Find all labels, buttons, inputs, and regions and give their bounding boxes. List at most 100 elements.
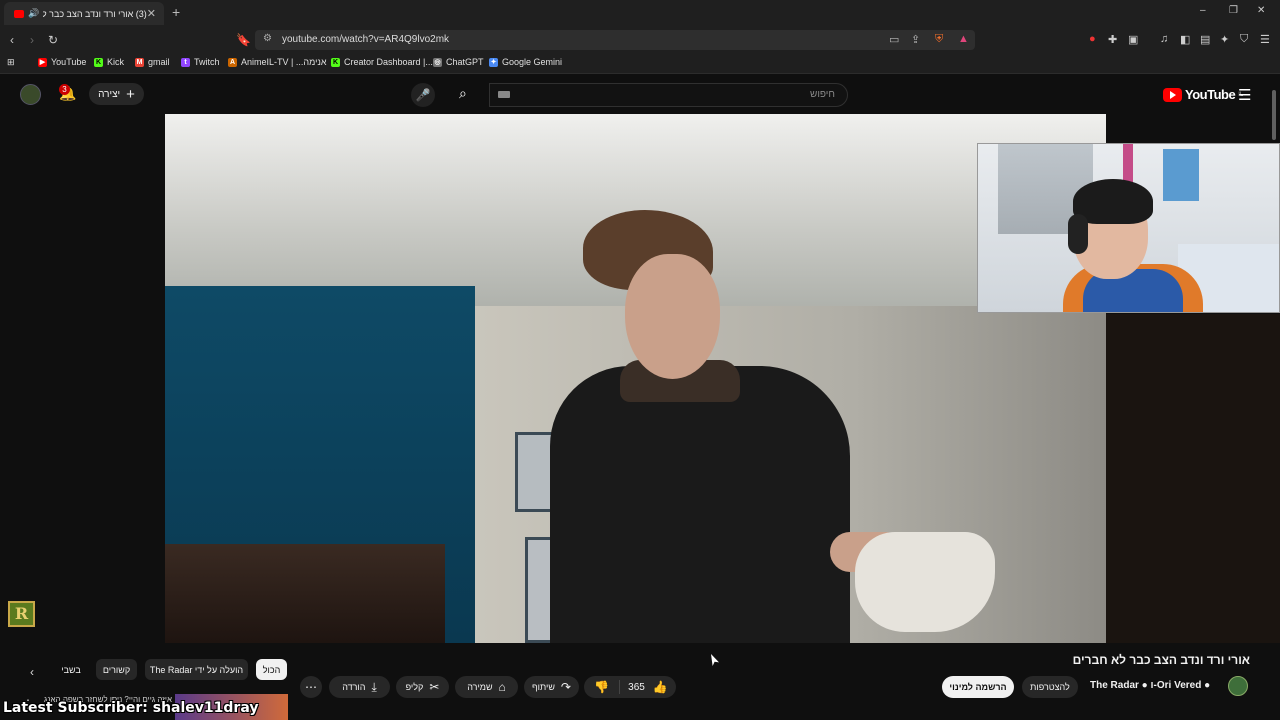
share-arrow-icon: ↷ bbox=[560, 680, 571, 694]
subscribe-button[interactable]: הרשמה למינוי bbox=[942, 676, 1014, 698]
youtube-icon: ▶ bbox=[38, 57, 47, 67]
save-button[interactable]: שמירה ⌂ bbox=[455, 676, 518, 698]
video-person-body bbox=[550, 366, 850, 643]
wallet-icon[interactable]: ▤ bbox=[1200, 33, 1210, 46]
bookmarks-bar: ⊞ ▶ YouTube K Kick Mgmail t Twitch A AnimeIL… bbox=[0, 53, 1280, 74]
join-button[interactable]: להצטרפות bbox=[1022, 676, 1078, 698]
bookmark-animeil[interactable]: A AnimeIL-TV | ...אנימה bbox=[228, 57, 327, 67]
youtube-logo[interactable]: YouTube IL bbox=[1163, 87, 1243, 102]
channel-avatar[interactable] bbox=[1228, 676, 1248, 696]
like-button[interactable]: 365 👍 bbox=[620, 680, 676, 694]
youtube-masthead: 🔔 3 יצירה + 🎤 ⌕ חיפוש YouTube IL ☰ bbox=[0, 75, 1280, 114]
guide-menu-icon[interactable]: ☰ bbox=[1238, 86, 1251, 104]
leo-icon[interactable]: ✦ bbox=[1220, 33, 1229, 46]
webcam-poster bbox=[1163, 149, 1199, 201]
maximize-button[interactable]: ❐ bbox=[1229, 5, 1238, 16]
bookmark-icon[interactable]: 🔖 bbox=[236, 33, 251, 47]
webcam-overlay bbox=[977, 143, 1280, 313]
plus-icon: + bbox=[126, 85, 135, 103]
video-title: אורי ורד ונדב הצב כבר לא חברים bbox=[1072, 653, 1250, 667]
bookmark-chatgpt[interactable]: ◎ ChatGPT bbox=[433, 57, 484, 67]
video-vr-headset bbox=[855, 532, 995, 632]
search-icon[interactable]: ⌕ bbox=[459, 85, 467, 102]
browser-tab-bar: ✕ (3) אורי ורד ונדב הצב כבר לא 🔊 + – ❐ ✕ bbox=[0, 0, 1280, 27]
search-input[interactable]: חיפוש bbox=[489, 83, 848, 107]
tab-title: (3) אורי ורד ונדב הצב כבר לא bbox=[43, 8, 147, 19]
brave-shield-icon[interactable]: ⛨ bbox=[935, 33, 943, 46]
bookmark-youtube[interactable]: ▶ YouTube bbox=[38, 57, 86, 67]
latest-subscriber-overlay: Latest Subscriber: shalev11dray bbox=[3, 700, 259, 716]
menu-icon[interactable]: ☰ bbox=[1260, 33, 1270, 46]
like-count: 365 bbox=[628, 681, 645, 693]
speaker-icon[interactable]: 🔊 bbox=[28, 8, 39, 19]
voice-search-icon[interactable]: 🎤 bbox=[411, 83, 435, 107]
vpn-icon[interactable]: ⛉ bbox=[1240, 33, 1248, 46]
browser-tab[interactable]: ✕ (3) אורי ורד ונדב הצב כבר לא 🔊 bbox=[4, 2, 164, 25]
bookmark-creator-dashboard[interactable]: K Creator Dashboard |... bbox=[331, 57, 433, 67]
share-page-icon[interactable]: ⇪ bbox=[911, 33, 920, 46]
site-info-icon[interactable]: ⚙ bbox=[263, 33, 272, 44]
sidebar-icon[interactable]: ◧ bbox=[1180, 33, 1190, 46]
back-icon[interactable]: ‹ bbox=[10, 33, 14, 47]
address-bar-row: ‹ › ↻ 🔖 ⚙ youtube.com/watch?v=AR4Q9lvo2m… bbox=[0, 27, 1280, 53]
youtube-play-icon bbox=[1163, 87, 1182, 102]
new-tab-button[interactable]: + bbox=[172, 4, 180, 20]
video-side-shadow bbox=[1106, 314, 1280, 643]
stream-logo: R bbox=[8, 601, 35, 627]
twitch-icon: t bbox=[181, 57, 190, 67]
clip-button[interactable]: קליפ ✂ bbox=[396, 676, 449, 698]
more-actions-button[interactable]: ⋯ bbox=[300, 676, 322, 698]
youtube-favicon-icon bbox=[14, 9, 24, 18]
gemini-icon: ✦ bbox=[489, 57, 498, 67]
like-icon: 👍 bbox=[652, 680, 668, 694]
share-button[interactable]: שיתוף ↷ bbox=[524, 676, 579, 698]
chatgpt-icon: ◎ bbox=[433, 57, 442, 67]
video-scene-furniture bbox=[165, 544, 445, 643]
bookmark-gemini[interactable]: ✦ Google Gemini bbox=[489, 57, 562, 67]
forward-icon[interactable]: › bbox=[30, 33, 34, 47]
page-scrollbar[interactable] bbox=[1272, 90, 1276, 140]
keyboard-icon[interactable] bbox=[498, 91, 510, 98]
video-player[interactable] bbox=[165, 114, 1106, 643]
chip-uploaded-by[interactable]: The Radar הועלה על ידי bbox=[145, 659, 248, 680]
bookmark-kick[interactable]: K Kick bbox=[94, 57, 124, 67]
notification-badge: 3 bbox=[59, 84, 70, 95]
apps-grid-icon[interactable]: ⊞ bbox=[7, 57, 15, 68]
animeil-icon: A bbox=[228, 57, 237, 67]
media-icon[interactable]: ♫ bbox=[1160, 33, 1168, 45]
extensions-icon[interactable]: ✚ bbox=[1108, 33, 1117, 46]
screen: ✕ (3) אורי ורד ונדב הצב כבר לא 🔊 + – ❐ ✕… bbox=[0, 0, 1280, 720]
close-window-button[interactable]: ✕ bbox=[1257, 5, 1265, 16]
like-dislike-group: 👎 365 👍 bbox=[584, 676, 676, 698]
close-tab-icon[interactable]: ✕ bbox=[147, 7, 156, 20]
brave-rewards-icon[interactable]: ▲ bbox=[958, 33, 969, 45]
mouse-cursor-icon bbox=[711, 654, 719, 666]
gmail-icon: M bbox=[135, 57, 144, 67]
reload-icon[interactable]: ↻ bbox=[48, 33, 58, 47]
dislike-icon[interactable]: 👎 bbox=[584, 680, 620, 694]
video-person-head bbox=[625, 254, 720, 379]
chevron-left-icon[interactable]: ‹ bbox=[30, 665, 34, 679]
kick-icon: K bbox=[331, 57, 340, 67]
webcam-headphones bbox=[1068, 214, 1088, 254]
chip-related[interactable]: קשורים bbox=[96, 659, 137, 680]
minimize-button[interactable]: – bbox=[1200, 5, 1206, 16]
bookmark-twitch[interactable]: t Twitch bbox=[181, 57, 220, 67]
kick-icon: K bbox=[94, 57, 103, 67]
cast-icon[interactable]: ▭ bbox=[889, 33, 899, 46]
more-icon: ⋯ bbox=[305, 680, 317, 694]
create-button[interactable]: יצירה + bbox=[89, 83, 144, 105]
avatar[interactable] bbox=[20, 84, 41, 105]
chip-related-other[interactable]: בשבי bbox=[56, 659, 86, 680]
screenshot-icon[interactable]: ▣ bbox=[1128, 33, 1138, 46]
download-button[interactable]: הורדה ⤓ bbox=[329, 676, 390, 698]
chip-all[interactable]: הכול bbox=[256, 659, 287, 680]
url-text: youtube.com/watch?v=AR4Q9lvo2mk bbox=[282, 34, 450, 45]
bookmark-gmail[interactable]: Mgmail bbox=[135, 57, 170, 67]
extension-record-icon[interactable]: ● bbox=[1089, 33, 1096, 45]
scissors-icon: ✂ bbox=[429, 680, 440, 694]
url-bar[interactable]: ⚙ youtube.com/watch?v=AR4Q9lvo2mk ▭ ⇪ ⛨ … bbox=[255, 30, 975, 50]
bookmark-save-icon: ⌂ bbox=[498, 680, 506, 694]
download-icon: ⤓ bbox=[371, 679, 377, 694]
channel-name[interactable]: The Radar ● ו-Ori Vered ● bbox=[1090, 680, 1210, 691]
